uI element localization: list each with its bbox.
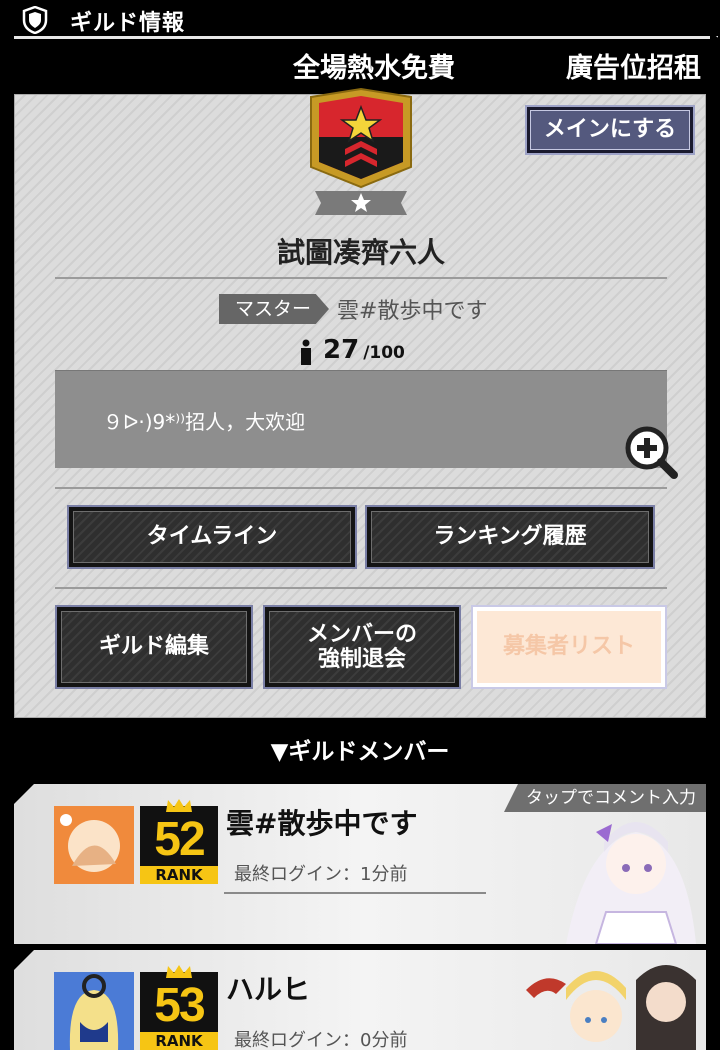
guild-comment-box: ９ᐅ·)9*⁾⁾招人，大欢迎 (55, 370, 678, 479)
ranking-history-button-label: ランキング履歴 (371, 511, 649, 563)
guild-master-row: マスター 雲#散歩中です (219, 293, 487, 325)
character-art (526, 965, 696, 1050)
applicant-list-button[interactable]: 募集者リスト (471, 605, 667, 689)
divider (55, 277, 667, 279)
last-login: 最終ログイン：0分前 (234, 1030, 408, 1050)
page-title: ギルド情報 (70, 11, 186, 36)
marquee-text-1: 全場熱水免費 (293, 53, 455, 84)
member-card[interactable]: タップでコメント入力 52 RANK 雲#散歩中です 最終ログイン：1分前 (14, 784, 706, 944)
force-leave-label-line1: メンバーの (306, 621, 417, 647)
rank-label: RANK (140, 1032, 218, 1050)
force-leave-button[interactable]: メンバーの 強制退会 (263, 605, 461, 689)
ranking-history-button[interactable]: ランキング履歴 (365, 505, 655, 569)
header-divider (14, 32, 720, 39)
master-tag: マスター (219, 294, 330, 324)
crown-icon (166, 799, 192, 812)
members-section-title: ▼ギルドメンバー (270, 739, 450, 765)
header-bar: ギルド情報 (0, 0, 720, 40)
rank-label: RANK (140, 866, 218, 884)
member-name: 雲#散歩中です (226, 807, 418, 840)
guild-edit-button[interactable]: ギルド編集 (55, 605, 253, 689)
force-leave-button-label: メンバーの 強制退会 (269, 611, 455, 683)
set-main-button[interactable]: メインにする (525, 105, 695, 155)
crown-icon (166, 965, 192, 978)
member-count-current: 27 (323, 335, 360, 365)
marquee-text-2: 廣告位招租 (566, 53, 701, 84)
applicant-list-button-label: 募集者リスト (477, 611, 661, 683)
person-icon (301, 339, 311, 365)
divider (55, 587, 667, 589)
zoom-in-icon[interactable] (623, 424, 679, 480)
marquee-banner: 全場熱水免費 廣告位招租 (0, 42, 720, 86)
set-main-button-label: メインにする (530, 110, 690, 150)
rank-number: 52 (154, 813, 205, 866)
rank-number: 53 (154, 979, 205, 1032)
member-name: ハルヒ (226, 973, 311, 1006)
member-count-max: /100 (363, 343, 405, 363)
master-name: 雲#散歩中です (337, 299, 488, 324)
guild-emblem-icon (310, 87, 412, 215)
guild-info-panel: メインにする 試圖凑齊六人 マスター 雲#散歩中です 27 /100 ９ᐅ·)9… (14, 87, 706, 718)
guild-comment-text: ９ᐅ·)9*⁾⁾招人，大欢迎 (103, 410, 306, 434)
guild-edit-button-label: ギルド編集 (61, 611, 247, 683)
avatar (54, 972, 134, 1050)
rank-badge: 53 RANK (140, 965, 218, 1050)
member-count: 27 /100 (299, 335, 405, 365)
divider (55, 487, 667, 489)
timeline-button-label: タイムライン (73, 511, 351, 563)
timeline-button[interactable]: タイムライン (67, 505, 357, 569)
avatar (54, 806, 134, 884)
character-art (566, 822, 696, 944)
member-card[interactable]: 53 RANK ハルヒ 最終ログイン：0分前 (14, 950, 706, 1050)
force-leave-label-line2: 強制退会 (317, 647, 406, 672)
shield-icon (22, 6, 48, 34)
rank-badge: 52 RANK (140, 799, 218, 884)
divider (224, 892, 486, 894)
last-login: 最終ログイン：1分前 (234, 864, 408, 885)
guild-name: 試圖凑齊六人 (276, 236, 445, 269)
